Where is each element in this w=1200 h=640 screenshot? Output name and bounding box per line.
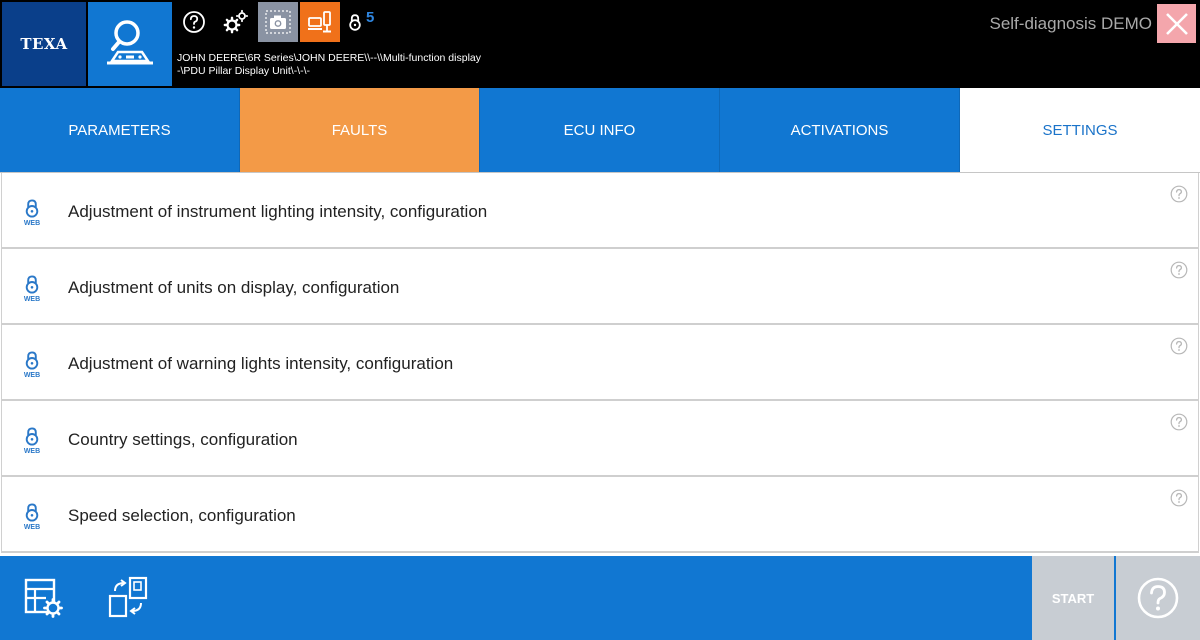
list-item-label: Adjustment of units on display, configur… bbox=[68, 278, 400, 297]
web-badge: WEB bbox=[24, 448, 40, 455]
tab-bar: PARAMETERS FAULTS ECU INFO ACTIVATIONS S… bbox=[0, 88, 1200, 172]
start-button[interactable]: START bbox=[1032, 556, 1114, 640]
web-badge: WEB bbox=[24, 372, 40, 379]
question-circle-icon[interactable] bbox=[1170, 489, 1188, 507]
vehicle-path: JOHN DEERE\6R Series\JOHN DEERE\\--\\Mul… bbox=[177, 52, 507, 78]
question-circle-icon bbox=[183, 11, 205, 33]
diagnosis-button[interactable] bbox=[88, 2, 172, 86]
help-button[interactable] bbox=[1116, 556, 1200, 640]
bottom-bar: START bbox=[0, 556, 1200, 640]
vehicle-search-icon bbox=[107, 20, 153, 65]
vehicle-path-line: -\PDU Pillar Display Unit\-\-\- bbox=[177, 65, 311, 77]
web-badge: WEB bbox=[24, 296, 40, 303]
file-transfer-icon bbox=[108, 576, 148, 618]
connection-button[interactable] bbox=[300, 2, 340, 42]
tab-ecu-info[interactable]: ECU INFO bbox=[480, 88, 720, 172]
settings-button[interactable] bbox=[216, 2, 256, 42]
question-circle-icon[interactable] bbox=[1170, 413, 1188, 431]
screenshot-button[interactable] bbox=[258, 2, 298, 42]
list-item-label: Speed selection, configuration bbox=[68, 506, 296, 525]
list-item[interactable]: WEB Adjustment of units on display, conf… bbox=[1, 249, 1199, 325]
vehicle-path-line: JOHN DEERE\6R Series\JOHN DEERE\\--\\Mul… bbox=[177, 52, 481, 64]
gears-icon bbox=[223, 9, 249, 34]
texa-logo: TEXA bbox=[2, 2, 86, 86]
list-item-label: Adjustment of warning lights intensity, … bbox=[68, 354, 454, 373]
settings-list: WEB Adjustment of instrument lighting in… bbox=[0, 172, 1200, 556]
list-item-label: Adjustment of instrument lighting intens… bbox=[68, 202, 488, 221]
tab-settings[interactable]: SETTINGS bbox=[960, 88, 1200, 172]
question-circle-icon bbox=[1137, 577, 1179, 619]
top-bar: TEXA 5 JOHN DEERE\6R Series\JOHN DEERE\\… bbox=[0, 0, 1200, 88]
mode-label: Self-diagnosis DEMO bbox=[989, 14, 1152, 33]
file-transfer-button[interactable] bbox=[104, 574, 152, 622]
tab-parameters[interactable]: PARAMETERS bbox=[0, 88, 240, 172]
logo-text: TEXA bbox=[20, 35, 68, 53]
tab-activations[interactable]: ACTIVATIONS bbox=[720, 88, 960, 172]
web-lock-icon: WEB bbox=[24, 427, 40, 455]
close-button[interactable] bbox=[1157, 4, 1196, 43]
list-settings-icon bbox=[24, 578, 63, 618]
help-button[interactable] bbox=[174, 2, 214, 42]
config-list-button[interactable] bbox=[20, 574, 68, 622]
list-item-label: Country settings, configuration bbox=[68, 430, 298, 449]
web-lock-icon: WEB bbox=[24, 351, 40, 379]
web-badge: WEB bbox=[24, 524, 40, 531]
web-badge: WEB bbox=[24, 220, 40, 227]
question-circle-icon[interactable] bbox=[1170, 337, 1188, 355]
tab-faults[interactable]: FAULTS bbox=[240, 88, 480, 172]
list-item[interactable]: WEB Country settings, configuration bbox=[1, 401, 1199, 477]
web-lock-icon bbox=[349, 14, 361, 31]
list-item[interactable]: WEB Speed selection, configuration bbox=[1, 477, 1199, 553]
web-lock-icon: WEB bbox=[24, 275, 40, 303]
close-icon bbox=[1165, 12, 1188, 35]
web-lock-count: 5 bbox=[366, 9, 375, 26]
question-circle-icon[interactable] bbox=[1170, 185, 1188, 203]
web-lock-icon: WEB bbox=[24, 503, 40, 531]
web-lock-icon: WEB bbox=[24, 199, 40, 227]
list-item[interactable]: WEB Adjustment of warning lights intensi… bbox=[1, 325, 1199, 401]
device-connection-icon bbox=[308, 11, 331, 33]
question-circle-icon[interactable] bbox=[1170, 261, 1188, 279]
camera-icon bbox=[265, 10, 291, 34]
web-lock-button[interactable] bbox=[342, 2, 382, 42]
list-item[interactable]: WEB Adjustment of instrument lighting in… bbox=[1, 173, 1199, 249]
